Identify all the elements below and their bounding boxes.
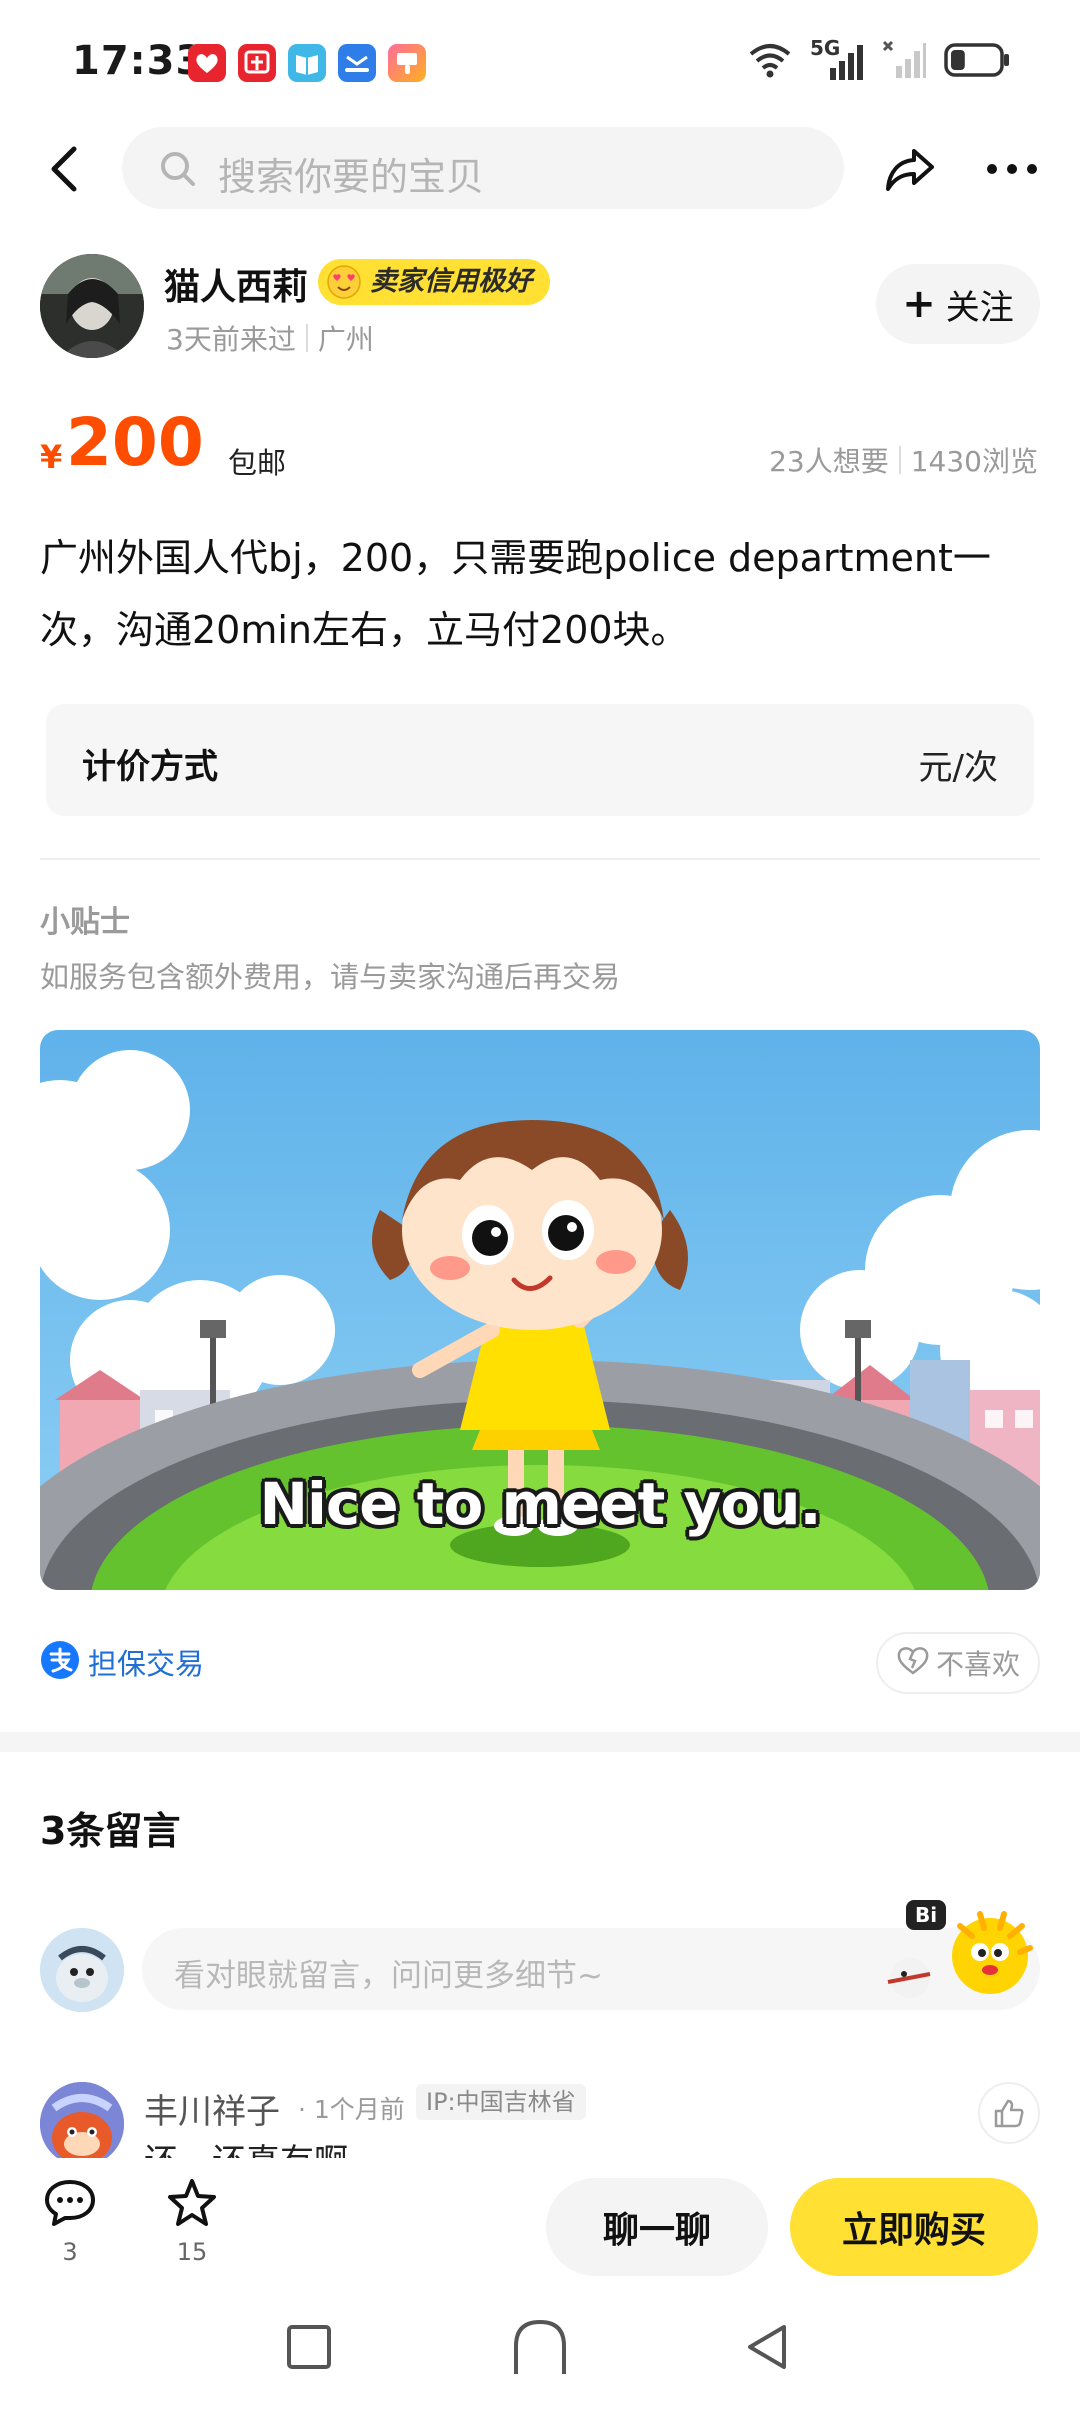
- comment-count: 3: [62, 2238, 78, 2266]
- comment-placeholder: 看对眼就留言，问问更多细节~: [174, 1958, 603, 1994]
- chat-bubble-icon: [45, 2180, 95, 2226]
- my-avatar: [40, 1928, 124, 2012]
- star-icon: [168, 2179, 216, 2226]
- dislike-button[interactable]: 不喜欢: [876, 1632, 1040, 1694]
- views-count: 1430浏览: [910, 445, 1038, 478]
- signal-5g-icon: 5G: [810, 36, 864, 82]
- alipay-icon: [40, 1640, 80, 1684]
- seller-avatar[interactable]: [40, 254, 144, 358]
- credit-badge-label: 卖家信用极好: [370, 266, 532, 297]
- credit-badge: 卖家信用极好: [318, 259, 550, 305]
- section-divider: [40, 858, 1040, 860]
- battery-icon: [944, 43, 1010, 81]
- more-options-button[interactable]: [982, 139, 1042, 199]
- status-time: 17:33: [72, 38, 205, 84]
- search-placeholder: 搜索你要的宝贝: [218, 155, 485, 199]
- broken-heart-icon: [896, 1644, 930, 1683]
- comment-input[interactable]: 看对眼就留言，问问更多细节~ Bi: [142, 1900, 1040, 2010]
- seller-meta: 3天前来过 广州: [166, 318, 374, 358]
- book-notification-icon: [288, 44, 326, 82]
- commenter-name[interactable]: 丰川祥子: [144, 2084, 280, 2133]
- seller-location: 广州: [317, 323, 374, 356]
- guarantee-trade-link[interactable]: 担保交易: [40, 1640, 204, 1684]
- wifi-icon: [748, 42, 792, 82]
- mascot-sticker-icon: Bi: [880, 1896, 1050, 2006]
- pricing-method-label: 计价方式: [82, 747, 218, 787]
- heart-eyes-emoji-icon: [326, 264, 362, 300]
- back-nav-button[interactable]: [742, 2322, 792, 2376]
- triangle-back-icon: [748, 2325, 786, 2369]
- favorite-count: 15: [176, 2238, 208, 2266]
- comment-like-button[interactable]: [978, 2082, 1040, 2144]
- price-currency: ¥: [40, 438, 63, 476]
- tips-text: 如服务包含额外费用，请与卖家沟通后再交易: [40, 960, 621, 994]
- top-nav-bar: 搜索你要的宝贝: [0, 125, 1080, 215]
- honor-notification-icon: [338, 44, 376, 82]
- favorite-action[interactable]: 15: [152, 2178, 232, 2266]
- back-arrow-icon: [51, 146, 77, 192]
- recent-apps-button[interactable]: [284, 2322, 334, 2376]
- plus-icon: +: [902, 281, 936, 327]
- comment-ip-tag: IP:中国吉林省: [416, 2084, 586, 2120]
- more-dots-icon: [987, 164, 1037, 174]
- signal-no-service-icon: [882, 40, 926, 84]
- dislike-label: 不喜欢: [935, 1648, 1020, 1681]
- follow-button[interactable]: + 关注: [876, 264, 1040, 344]
- buy-now-button[interactable]: 立即购买: [790, 2178, 1038, 2276]
- share-icon: [886, 149, 934, 191]
- bottom-action-bar: 3 15 聊一聊 立即购买: [0, 2158, 1080, 2282]
- search-icon: [158, 149, 198, 189]
- tips-title: 小贴士: [40, 905, 130, 940]
- system-indicators: 5G: [748, 36, 1010, 84]
- seller-name[interactable]: 猫人西莉: [164, 258, 308, 310]
- item-description: 广州外国人代bj，200，只需要跑police department一次，沟通2…: [40, 536, 991, 652]
- section-gap: [0, 1732, 1080, 1752]
- follow-label: 关注: [945, 287, 1014, 328]
- home-button[interactable]: [510, 2316, 570, 2380]
- mascot-bubble-text: Bi: [915, 1903, 937, 1927]
- system-nav-bar: [0, 2300, 1080, 2412]
- share-button[interactable]: [880, 139, 940, 199]
- comment-time-text: 1个月前: [313, 2095, 405, 2124]
- image-caption: Nice to meet you.: [259, 1470, 821, 1538]
- chat-button[interactable]: 聊一聊: [546, 2178, 768, 2276]
- comment-time: · 1个月前: [298, 2095, 405, 2124]
- search-input[interactable]: 搜索你要的宝贝: [122, 127, 844, 209]
- wants-count: 23人想要: [769, 445, 889, 478]
- home-arch-icon: [514, 2319, 566, 2374]
- square-icon: [287, 2325, 331, 2369]
- price-amount: 200: [66, 404, 204, 481]
- notification-icons: [188, 44, 426, 82]
- taobao-notification-icon: [238, 44, 276, 82]
- product-image[interactable]: Nice to meet you.: [40, 1030, 1040, 1590]
- seller-last-seen: 3天前来过: [166, 323, 296, 356]
- pricing-method-value: 元/次: [918, 748, 998, 788]
- back-button[interactable]: [40, 139, 96, 199]
- app-notification-icon: [188, 44, 226, 82]
- meta-divider: [305, 324, 308, 352]
- theme-notification-icon: [388, 44, 426, 82]
- item-stats: 23人想要 1430浏览: [769, 440, 1038, 480]
- guarantee-label: 担保交易: [88, 1647, 205, 1681]
- shipping-label: 包邮: [228, 446, 287, 480]
- stats-divider: [898, 446, 901, 474]
- thumbs-up-icon: [994, 2099, 1024, 2128]
- comments-action[interactable]: 3: [30, 2178, 110, 2266]
- commenter-avatar[interactable]: [40, 2082, 124, 2166]
- pricing-method-card: 计价方式 元/次: [46, 704, 1034, 816]
- comments-title: 3条留言: [40, 1809, 181, 1853]
- status-bar: 17:33 5G: [0, 0, 1080, 120]
